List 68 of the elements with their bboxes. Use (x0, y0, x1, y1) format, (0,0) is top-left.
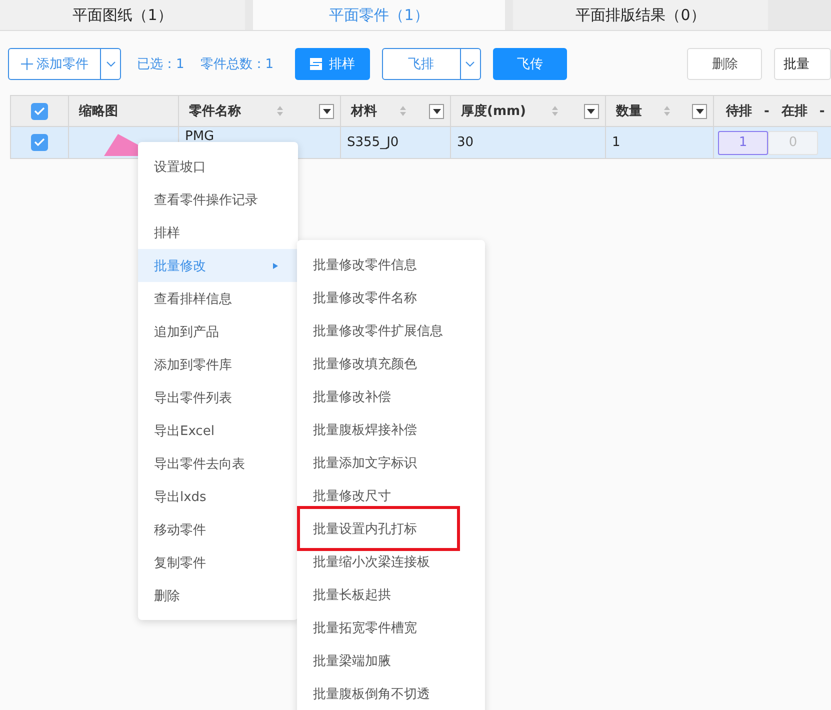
menu-item[interactable]: 排样 (138, 216, 298, 249)
menu-item[interactable]: 批量腹板倒角不切透 (297, 677, 485, 710)
menu-item[interactable]: 批量拓宽零件槽宽 (297, 611, 485, 644)
column-header: 数量 (616, 103, 642, 120)
column-header: 缩略图 (79, 102, 118, 120)
menu-item[interactable]: 移动零件 (138, 513, 298, 546)
menu-item[interactable]: 批量修改填充颜色 (297, 347, 485, 380)
menu-item[interactable]: 查看排样信息 (138, 282, 298, 315)
total-count: 零件总数：1 (200, 56, 274, 73)
check-icon (34, 138, 45, 147)
menu-item[interactable]: 批量腹板焊接补偿 (297, 413, 485, 446)
column-header: 零件名称 (189, 103, 241, 120)
column-header: 待排 (726, 103, 752, 120)
selected-count: 已选：1 (137, 56, 184, 73)
triangle-down-icon (587, 108, 596, 114)
chevron-down-icon (106, 61, 116, 67)
plus-icon (20, 58, 32, 70)
menu-item[interactable]: 导出lxds (138, 480, 298, 513)
table-cell: 1 (612, 135, 620, 150)
submenu-arrow-icon (273, 262, 278, 268)
filter-button[interactable] (319, 104, 334, 118)
menu-item[interactable]: 批量修改零件名称 (297, 281, 485, 314)
menu-item[interactable]: 导出零件去向表 (138, 447, 298, 480)
delete-button[interactable]: 删除 (687, 48, 762, 80)
tab[interactable]: 平面排版结果（0） (513, 0, 768, 30)
row-checkbox[interactable] (31, 134, 48, 151)
chevron-down-icon (465, 61, 475, 67)
triangle-down-icon (432, 108, 440, 114)
column-header: 在排 (781, 103, 808, 120)
menu-item[interactable]: 批量修改补偿 (297, 380, 485, 413)
menu-item[interactable]: 批量添加文字标识 (297, 446, 485, 479)
table-cell: PMG (185, 129, 214, 144)
menu-item[interactable]: 批量修改零件信息 (297, 248, 485, 281)
menu-item[interactable]: 批量设置内孔打标 (297, 506, 460, 551)
menu-item[interactable]: 导出零件列表 (138, 381, 298, 414)
menu-item[interactable]: 追加到产品 (138, 315, 298, 348)
table-cell: S355_J0 (347, 135, 399, 150)
sort-icon[interactable] (663, 105, 671, 117)
select-all-checkbox[interactable] (31, 102, 48, 120)
sort-icon[interactable] (399, 105, 407, 117)
menu-item[interactable]: 批量修改零件扩展信息 (297, 314, 485, 347)
menu-item[interactable]: 批量梁端加腋 (297, 644, 485, 677)
menu-item[interactable]: 批量长板起拱 (297, 578, 485, 611)
column-header: - (764, 104, 770, 118)
nest-icon (309, 57, 324, 71)
menu-item[interactable]: 复制零件 (138, 546, 298, 579)
filter-button[interactable] (692, 104, 707, 118)
sort-icon[interactable] (276, 105, 284, 117)
triangle-down-icon (696, 108, 704, 114)
tab[interactable]: 平面图纸（1） (0, 0, 245, 30)
table-cell: 30 (457, 135, 474, 150)
column-header: 材料 (351, 103, 377, 120)
filter-button[interactable] (429, 104, 444, 118)
menu-item[interactable]: 查看零件操作记录 (138, 183, 298, 216)
pending-count: 1 (718, 130, 768, 154)
triangle-down-icon (322, 108, 330, 114)
filter-button[interactable] (584, 104, 599, 118)
menu-item[interactable]: 导出Excel (138, 414, 298, 447)
batch-button[interactable]: 批量 (774, 48, 831, 80)
column-header: 厚度(mm) (461, 102, 526, 120)
check-icon (34, 106, 45, 116)
in-progress-count: 0 (768, 130, 818, 154)
menu-item[interactable]: 设置坡口 (138, 150, 298, 183)
menu-item[interactable]: 删除 (138, 579, 298, 612)
sort-icon[interactable] (550, 105, 559, 117)
fly-nest-button[interactable]: 飞排 (382, 48, 480, 80)
menu-item[interactable]: 添加到零件库 (138, 348, 298, 381)
column-header: - (819, 104, 825, 118)
